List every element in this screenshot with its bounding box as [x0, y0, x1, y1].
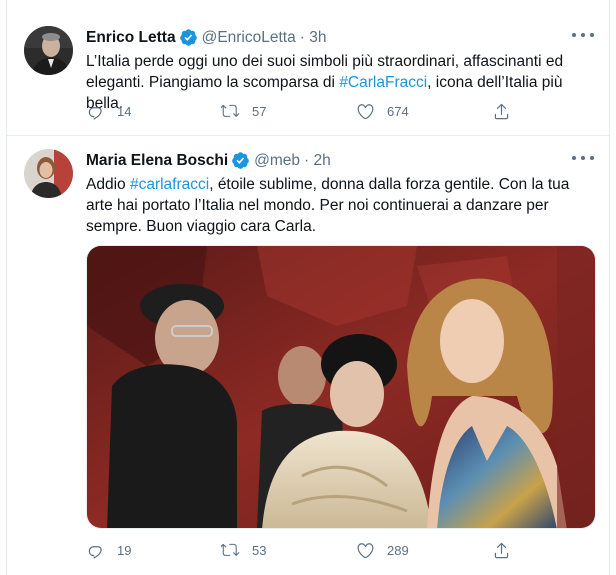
share-button[interactable]: [492, 541, 523, 560]
tweet-actions: 14 57 674: [86, 102, 526, 122]
author-handle[interactable]: @EnricoLetta: [202, 29, 296, 47]
like-button[interactable]: 289: [356, 541, 409, 560]
reply-count: 19: [117, 543, 132, 558]
reply-icon: [88, 107, 102, 120]
retweet-button[interactable]: 53: [221, 541, 266, 560]
verified-badge-icon: [232, 152, 249, 169]
retweet-icon: [221, 543, 240, 556]
more-options-icon[interactable]: [572, 28, 594, 42]
retweet-icon: [221, 104, 240, 117]
tweet-actions: 19 53 289: [86, 541, 526, 561]
tweet-photo[interactable]: [86, 245, 596, 529]
author-handle[interactable]: @meb: [254, 152, 300, 170]
hashtag-link[interactable]: #carlafracci: [130, 176, 209, 193]
share-button[interactable]: [492, 102, 523, 121]
reply-count: 14: [117, 104, 132, 119]
author-name[interactable]: Maria Elena Boschi: [86, 152, 228, 170]
tweet-maria-elena-boschi[interactable]: Maria Elena Boschi @meb · 2h Addio #carl…: [6, 137, 610, 575]
tweet-time[interactable]: · 2h: [304, 152, 331, 170]
tweet-enrico-letta[interactable]: Enrico Letta @EnricoLetta · 3h L’Italia …: [6, 14, 610, 136]
share-icon: [494, 103, 509, 120]
tweet-text: Addio #carlafracci, étoile sublime, donn…: [86, 174, 596, 237]
retweet-button[interactable]: 57: [221, 102, 266, 121]
like-count: 674: [387, 104, 409, 119]
reply-icon: [88, 546, 102, 559]
like-count: 289: [387, 543, 409, 558]
tweet-header: Enrico Letta @EnricoLetta · 3h: [86, 28, 326, 47]
reply-button[interactable]: 14: [86, 102, 131, 121]
author-name[interactable]: Enrico Letta: [86, 29, 176, 47]
like-icon: [357, 543, 374, 559]
like-button[interactable]: 674: [356, 102, 409, 121]
verified-badge-icon: [179, 29, 197, 46]
avatar[interactable]: [24, 26, 73, 75]
tweet-time[interactable]: · 3h: [300, 29, 327, 47]
tweet-header: Maria Elena Boschi @meb · 2h: [86, 151, 331, 170]
retweet-count: 53: [252, 543, 267, 558]
tweet-text-part: Addio: [86, 176, 130, 193]
more-options-icon[interactable]: [572, 151, 594, 165]
avatar[interactable]: [24, 149, 73, 198]
hashtag-link[interactable]: #CarlaFracci: [339, 74, 427, 91]
like-icon: [357, 104, 374, 120]
reply-button[interactable]: 19: [86, 541, 131, 560]
share-icon: [494, 542, 509, 559]
retweet-count: 57: [252, 104, 267, 119]
